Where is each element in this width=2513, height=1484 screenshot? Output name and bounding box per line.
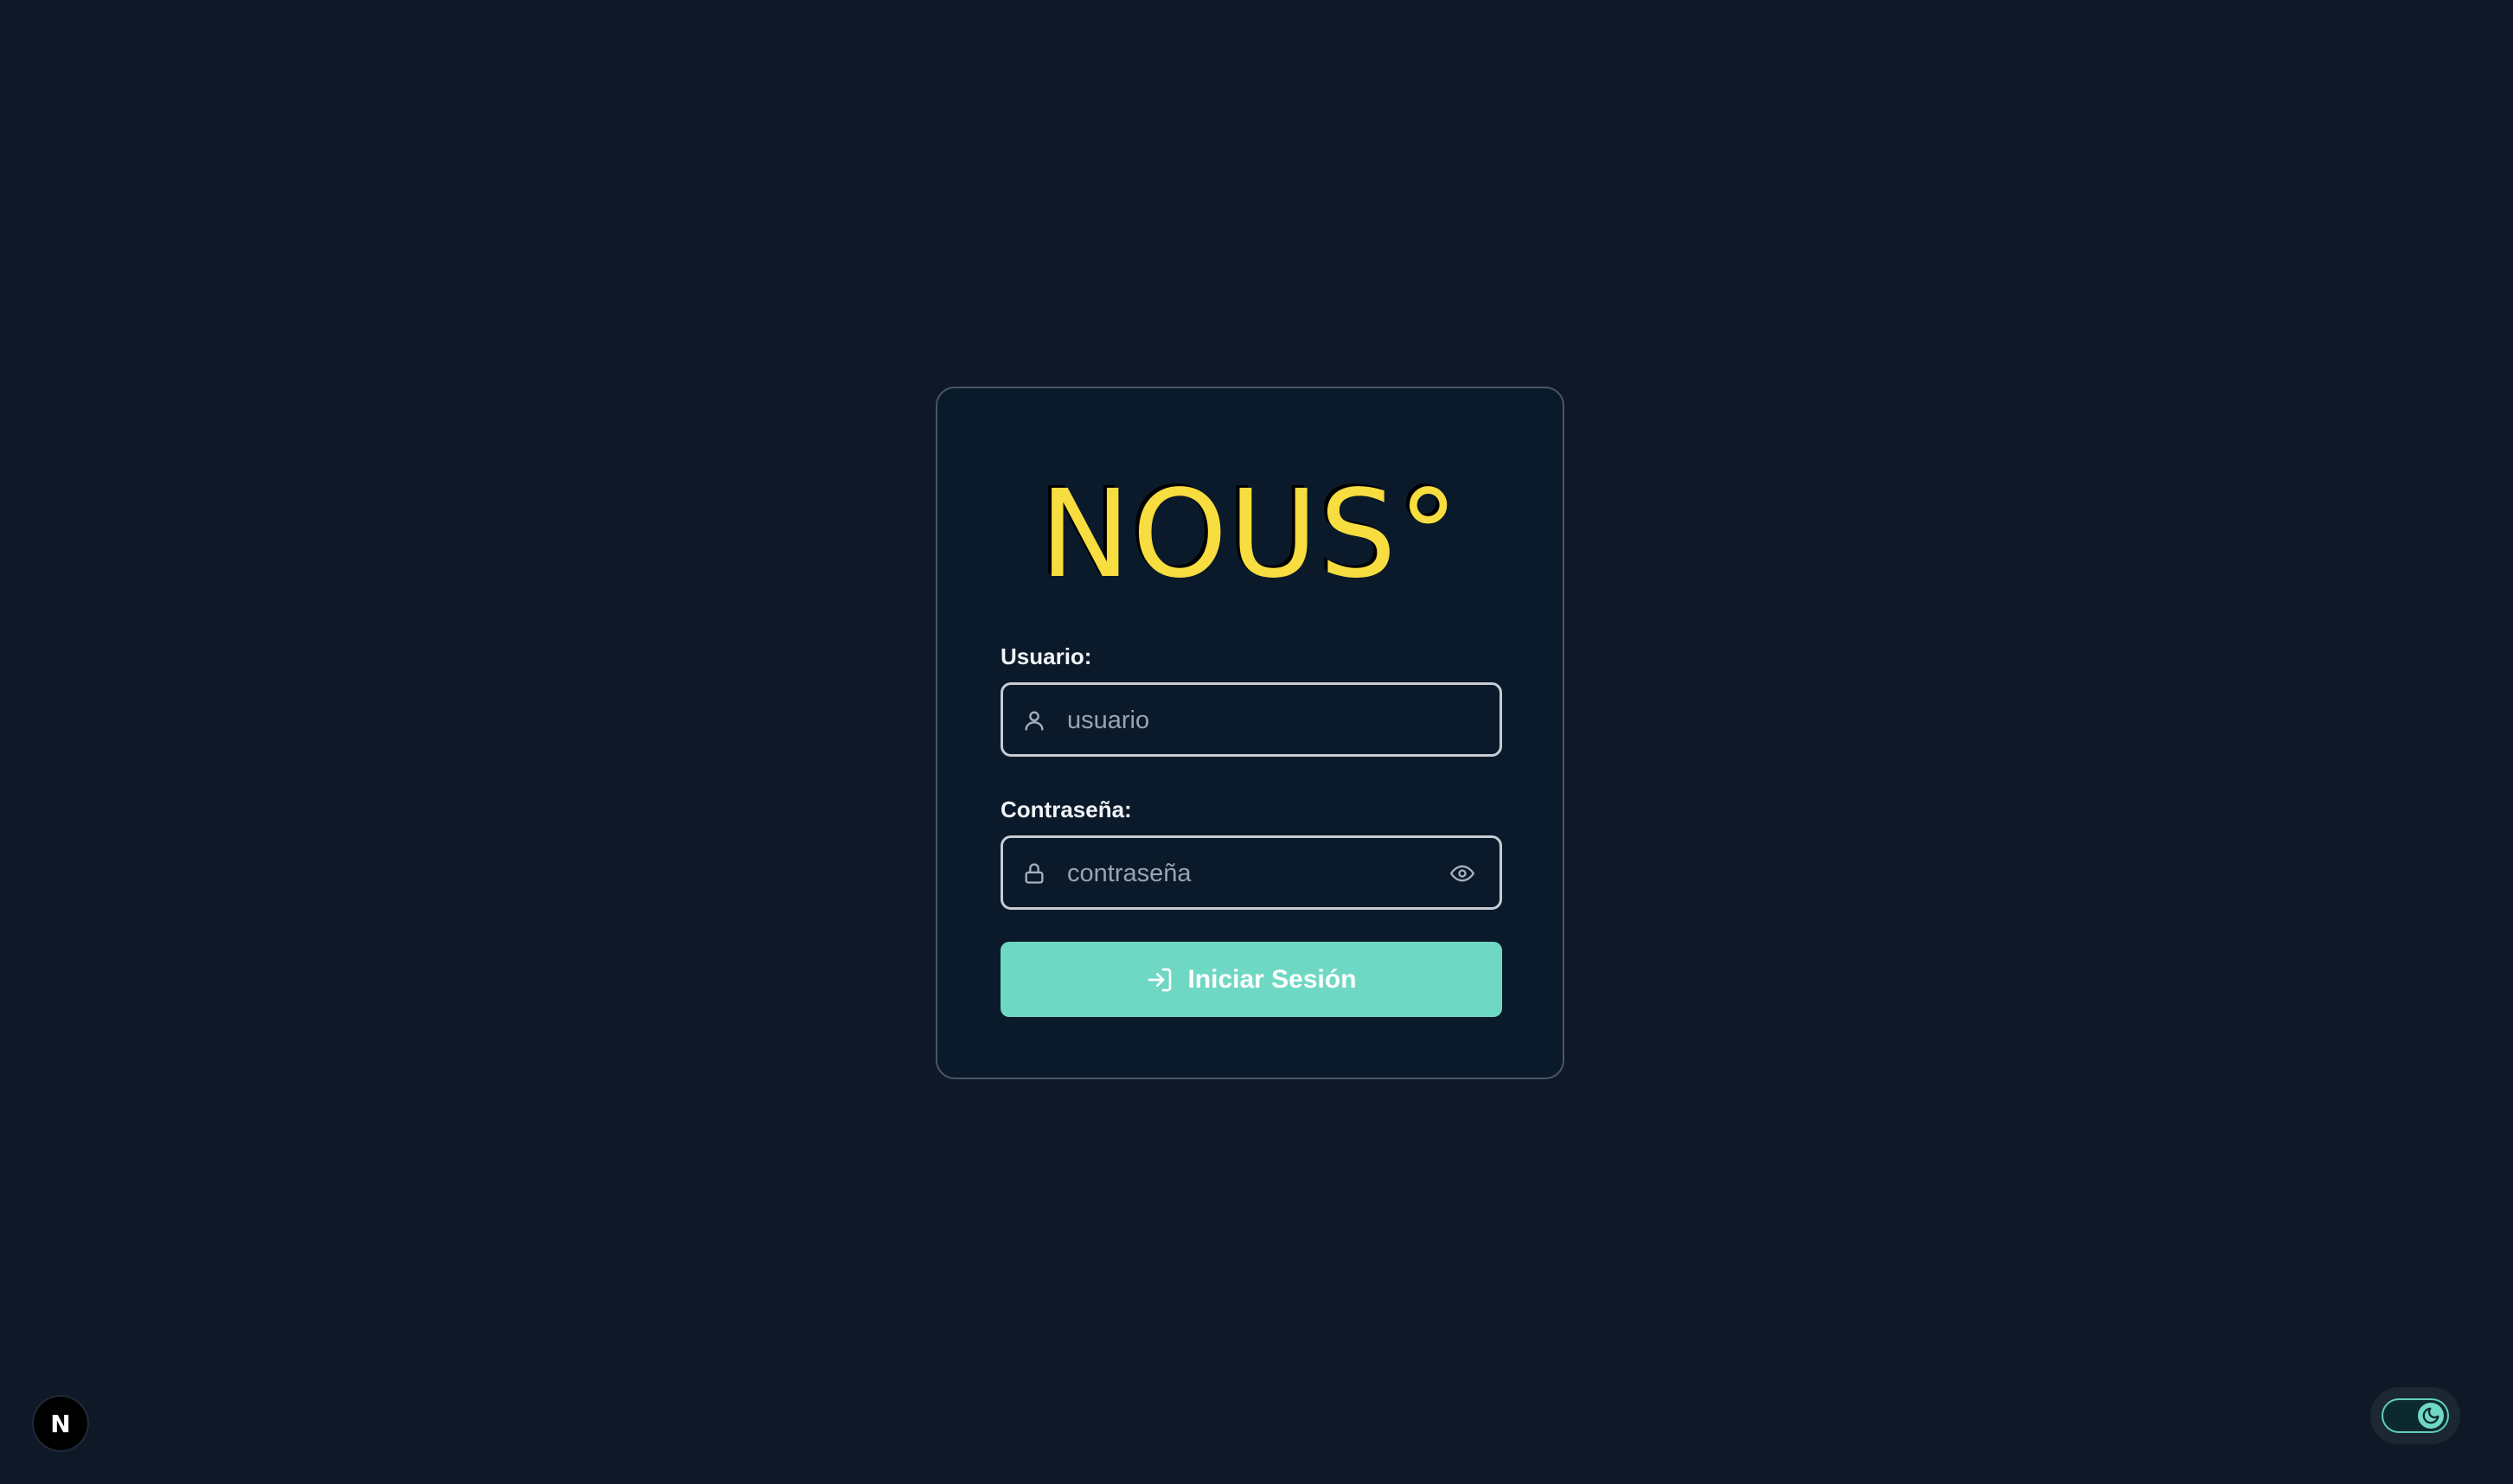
- theme-toggle-container: [2370, 1387, 2460, 1444]
- dev-indicator-label: N: [50, 1409, 71, 1438]
- password-input[interactable]: [1065, 838, 1432, 909]
- username-field[interactable]: [1001, 682, 1502, 757]
- login-button-label: Iniciar Sesión: [1187, 964, 1357, 994]
- moon-icon: [2422, 1407, 2439, 1424]
- login-page: NOUS° Usuario: Contraseña:: [0, 0, 2513, 1484]
- log-in-icon: [1148, 968, 1172, 991]
- user-icon: [1025, 711, 1044, 731]
- theme-toggle-knob: [2418, 1403, 2444, 1429]
- password-field[interactable]: [1001, 835, 1502, 910]
- eye-icon[interactable]: [1449, 861, 1475, 886]
- login-button[interactable]: Iniciar Sesión: [1001, 942, 1502, 1017]
- username-input[interactable]: [1065, 685, 1432, 756]
- username-label: Usuario:: [1001, 643, 1092, 669]
- theme-toggle[interactable]: [2382, 1398, 2449, 1433]
- login-card: NOUS° Usuario: Contraseña:: [936, 387, 1564, 1079]
- password-label: Contraseña:: [1001, 796, 1132, 822]
- lock-icon: [1025, 863, 1044, 884]
- brand-logo: NOUS°: [1039, 464, 1461, 605]
- dev-indicator-badge[interactable]: N: [34, 1397, 87, 1450]
